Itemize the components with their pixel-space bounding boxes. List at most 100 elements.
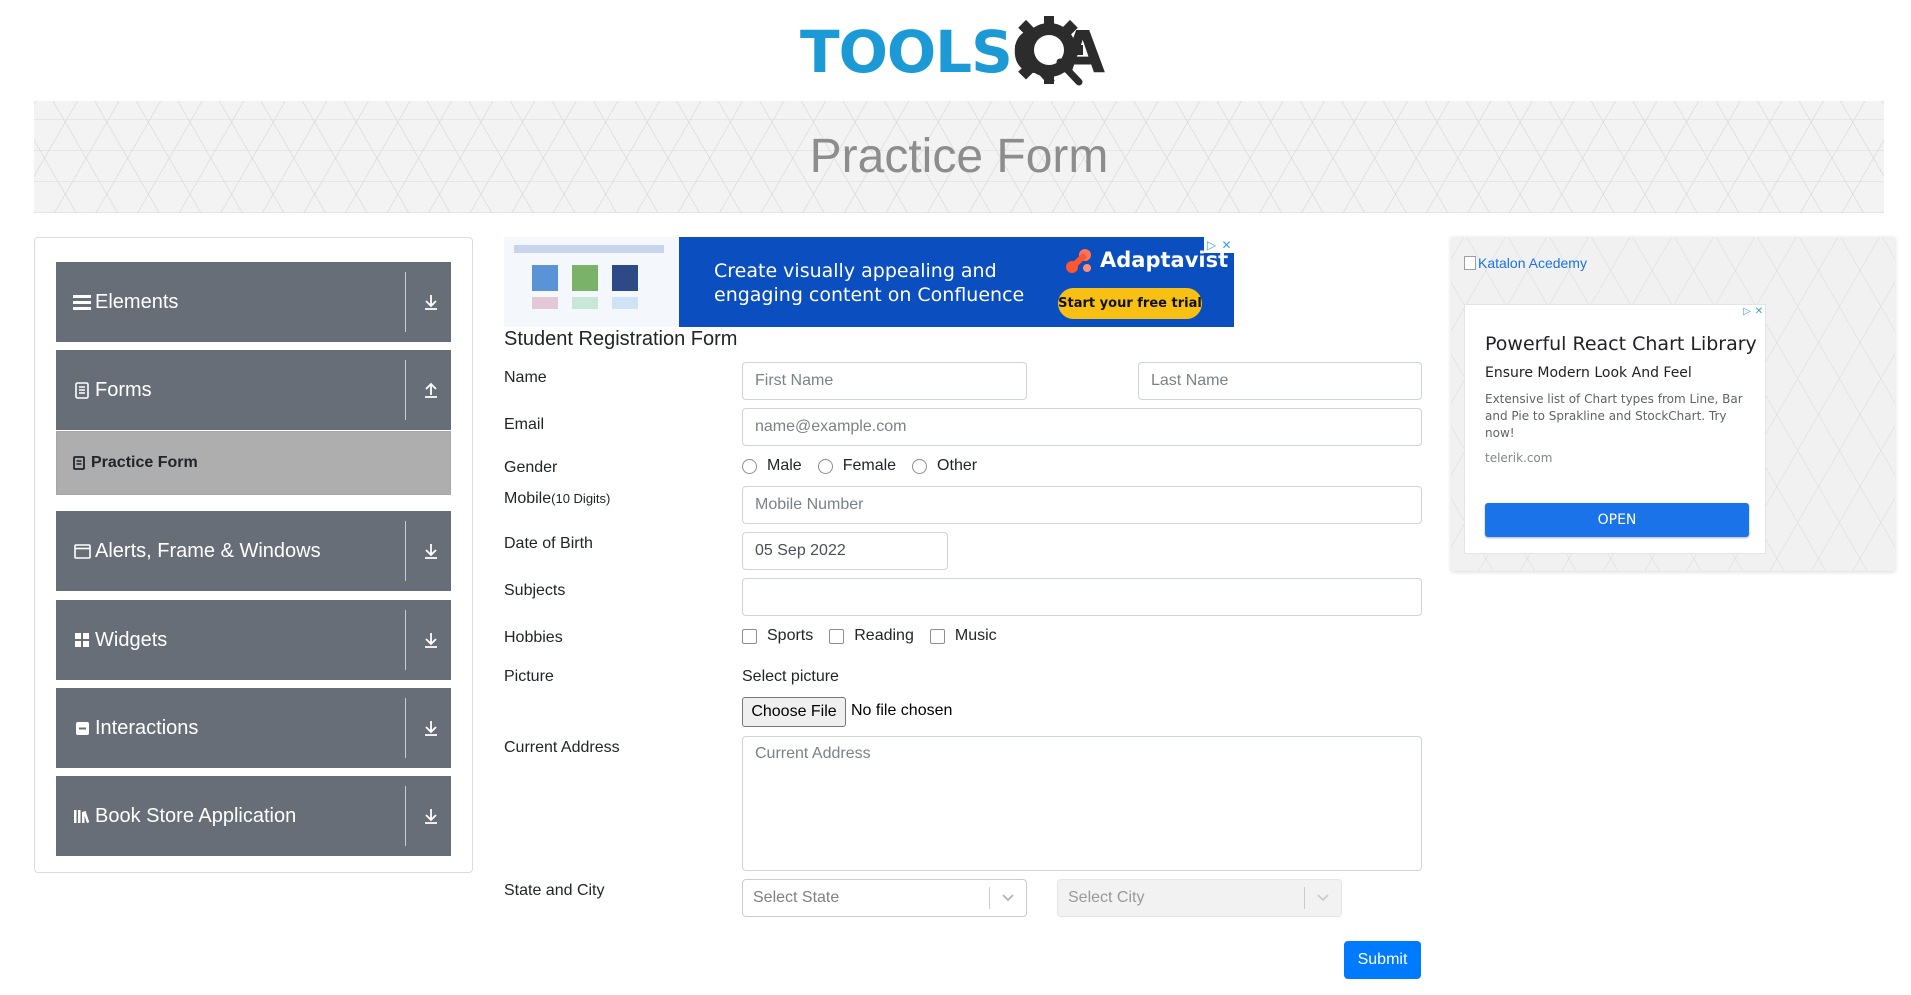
- name-label: Name: [504, 369, 547, 386]
- checkbox-label[interactable]: Sports: [767, 627, 813, 645]
- city-select[interactable]: Select City: [1057, 879, 1342, 917]
- sidebar-group-alerts[interactable]: Alerts, Frame & Windows: [56, 511, 451, 591]
- radio-label[interactable]: Male: [767, 457, 802, 475]
- katalon-alt-text[interactable]: Katalon Acedemy: [1478, 255, 1587, 271]
- mobile-label: Mobile(10 Digits): [504, 490, 610, 508]
- subjects-input[interactable]: [742, 578, 1422, 616]
- submit-button[interactable]: Submit: [1344, 941, 1421, 979]
- gender-radio-group: Male Female Other: [742, 457, 993, 475]
- sidebar-group-label: Alerts, Frame & Windows: [95, 539, 321, 562]
- gear-icon: [1015, 16, 1083, 86]
- broken-image-icon: [1464, 256, 1476, 270]
- sidebar-divider: [405, 272, 406, 332]
- katalon-broken-image-link[interactable]: Katalon Acedemy: [1464, 255, 1587, 271]
- ad-close-icon[interactable]: ✕: [1753, 305, 1765, 319]
- form-title: Student Registration Form: [504, 328, 738, 350]
- sidebar-group-widgets[interactable]: Widgets: [56, 600, 451, 680]
- sidebar: Elements Forms Practice Form Alerts, Fra…: [34, 237, 473, 873]
- chevron-down-icon[interactable]: [1305, 893, 1341, 903]
- ad-card-title[interactable]: Powerful React Chart Library: [1485, 333, 1757, 355]
- ad-card-url[interactable]: telerik.com: [1485, 451, 1552, 465]
- gender-label: Gender: [504, 459, 558, 476]
- email-input[interactable]: [742, 408, 1422, 446]
- radio-label[interactable]: Other: [937, 457, 977, 475]
- hobby-option-sports[interactable]: Sports: [742, 627, 813, 645]
- state-select[interactable]: Select State: [742, 879, 1027, 917]
- gender-option-other[interactable]: Other: [912, 457, 977, 475]
- ad-choices[interactable]: ▷ ✕: [1741, 305, 1765, 319]
- mobile-hint: (10 Digits): [551, 491, 611, 506]
- select-picture-label: Select picture: [742, 668, 839, 685]
- radio-button[interactable]: [742, 458, 757, 474]
- document-icon: [72, 381, 92, 399]
- upload-arrow-icon[interactable]: [421, 380, 441, 400]
- gender-option-female[interactable]: Female: [817, 457, 896, 475]
- current-address-label: Current Address: [504, 739, 620, 756]
- sidebar-divider: [405, 521, 406, 581]
- download-arrow-icon[interactable]: [421, 630, 441, 650]
- sidebar-divider: [405, 610, 406, 670]
- sidebar-group-interactions[interactable]: Interactions: [56, 688, 451, 768]
- last-name-input[interactable]: [1138, 362, 1422, 400]
- sidebar-group-label: Book Store Application: [95, 804, 297, 827]
- ad-card-subtitle: Ensure Modern Look And Feel: [1485, 365, 1692, 381]
- checkbox-label[interactable]: Reading: [854, 627, 914, 645]
- sidebar-group-label: Widgets: [95, 628, 168, 651]
- hobbies-label: Hobbies: [504, 629, 563, 646]
- sidebar-divider: [405, 698, 406, 758]
- ad-card-telerik[interactable]: Powerful React Chart Library Ensure Mode…: [1464, 304, 1766, 554]
- hobby-option-reading[interactable]: Reading: [829, 627, 914, 645]
- window-icon: [72, 543, 92, 559]
- checkbox[interactable]: [929, 628, 945, 644]
- sidebar-divider: [405, 786, 406, 846]
- page-banner: Practice Form: [34, 101, 1884, 213]
- mobile-input[interactable]: [742, 486, 1422, 524]
- download-arrow-icon[interactable]: [421, 292, 441, 312]
- grid-icon: [72, 632, 92, 648]
- picture-label: Picture: [504, 668, 554, 685]
- email-label: Email: [504, 416, 545, 433]
- sidebar-item-practice-form[interactable]: Practice Form: [56, 431, 451, 495]
- ad-close-icon[interactable]: ✕: [1219, 237, 1234, 253]
- checkbox[interactable]: [742, 628, 757, 644]
- sidebar-group-book-store[interactable]: Book Store Application: [56, 776, 451, 856]
- ad-cta-button[interactable]: Start your free trial: [1058, 288, 1202, 319]
- toolsqa-logo[interactable]: TOOLS QA: [800, 16, 1130, 91]
- download-arrow-icon[interactable]: [421, 718, 441, 738]
- hobbies-checkbox-group: Sports Reading Music: [742, 627, 1013, 645]
- download-arrow-icon[interactable]: [421, 541, 441, 561]
- ad-info-icon[interactable]: ▷: [1204, 237, 1219, 253]
- ad-banner-adaptavist[interactable]: Create visually appealing and engaging c…: [504, 237, 1234, 327]
- city-select-placeholder: Select City: [1068, 889, 1145, 906]
- chevron-down-icon[interactable]: [990, 893, 1026, 903]
- sidebar-group-label: Interactions: [95, 716, 199, 739]
- choose-file-button[interactable]: Choose File: [742, 697, 846, 727]
- checkbox-label[interactable]: Music: [955, 627, 997, 645]
- state-city-label: State and City: [504, 882, 605, 899]
- first-name-input[interactable]: [742, 362, 1027, 400]
- radio-button[interactable]: [912, 458, 928, 474]
- sidebar-group-elements[interactable]: Elements: [56, 262, 451, 342]
- ad-info-icon[interactable]: ▷: [1741, 305, 1753, 319]
- radio-label[interactable]: Female: [843, 457, 896, 475]
- adaptavist-logo-icon: [1064, 245, 1094, 275]
- sidebar-group-label: Forms: [95, 378, 152, 401]
- state-select-placeholder: Select State: [753, 889, 840, 906]
- hobby-option-music[interactable]: Music: [929, 627, 997, 645]
- radio-button[interactable]: [817, 458, 833, 474]
- form-icon: [73, 456, 85, 470]
- sidebar-group-label: Elements: [95, 290, 179, 313]
- current-address-textarea[interactable]: [742, 736, 1422, 871]
- sidebar-item-label: Practice Form: [91, 454, 198, 471]
- logo-text-main: TOOLS: [800, 18, 1013, 86]
- ad-headline: Create visually appealing and engaging c…: [714, 260, 1025, 306]
- ad-card-open-button[interactable]: OPEN: [1485, 503, 1749, 537]
- gender-option-male[interactable]: Male: [742, 457, 802, 475]
- ad-screenshot-image: [504, 237, 679, 327]
- download-arrow-icon[interactable]: [421, 806, 441, 826]
- date-of-birth-input[interactable]: [742, 532, 948, 570]
- ad-choices[interactable]: ▷ ✕: [1204, 237, 1234, 253]
- sidebar-group-forms[interactable]: Forms: [56, 350, 451, 430]
- checkbox[interactable]: [829, 628, 845, 644]
- hamburger-icon: [72, 294, 92, 310]
